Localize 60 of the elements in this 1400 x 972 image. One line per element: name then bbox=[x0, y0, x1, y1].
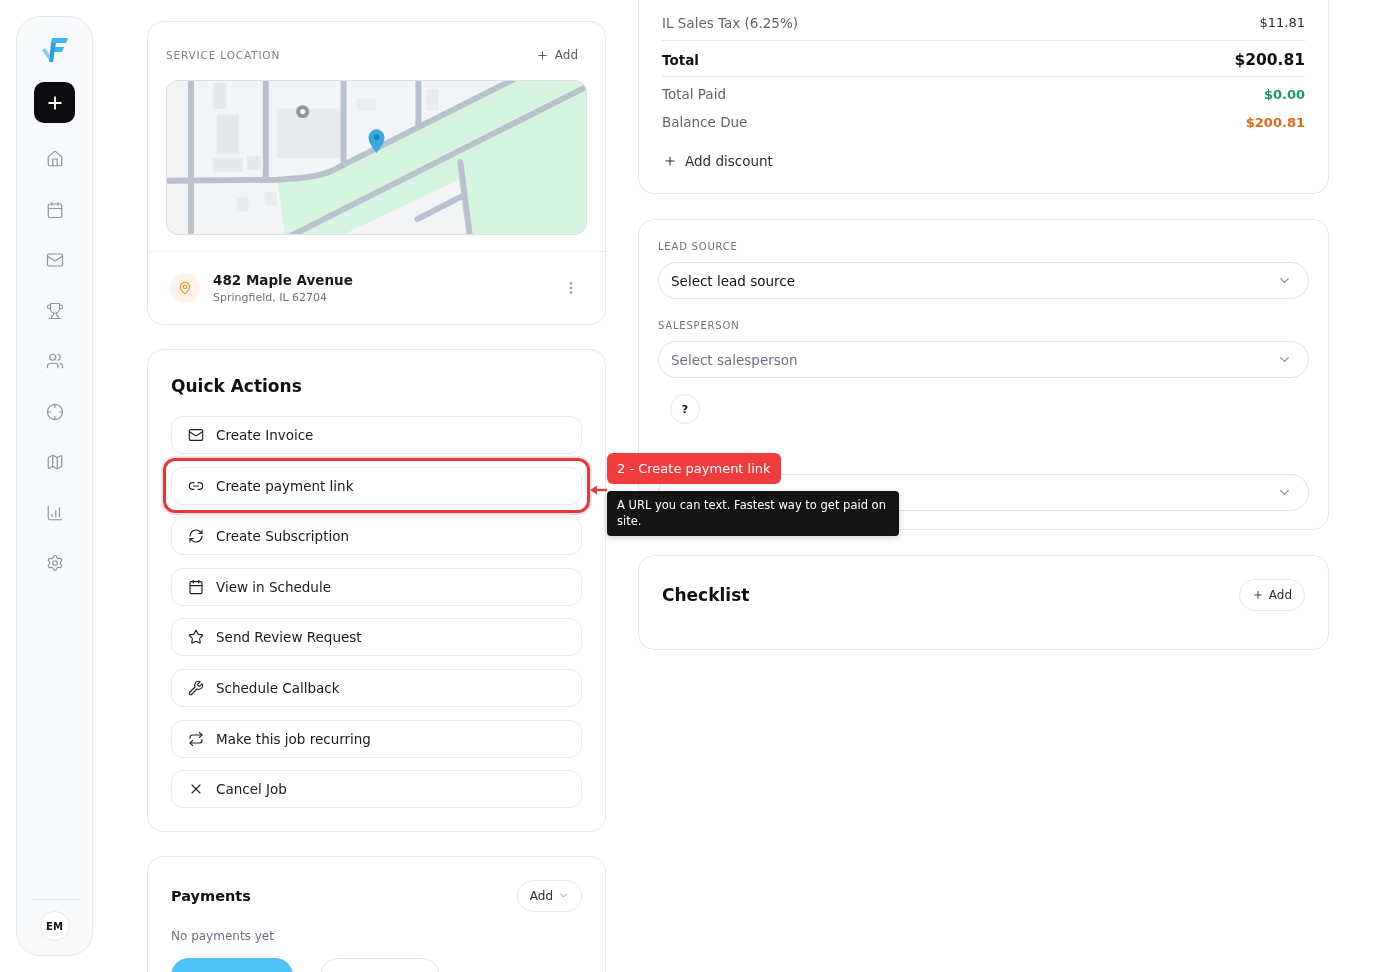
quick-action-button[interactable]: Cancel Job bbox=[171, 770, 582, 809]
amount-value: $200.81 bbox=[1234, 51, 1305, 69]
total-label: Total bbox=[662, 52, 699, 68]
address-street: 482 Maple Avenue bbox=[213, 272, 354, 288]
plus-icon bbox=[535, 48, 549, 62]
help-button[interactable]: ? bbox=[670, 394, 700, 424]
plus-icon bbox=[1251, 589, 1264, 601]
callout-label: 2 - Create payment link bbox=[607, 452, 781, 484]
refresh-icon bbox=[188, 528, 204, 545]
quick-action-button[interactable]: Send Review Request bbox=[171, 618, 582, 657]
map-icon[interactable] bbox=[45, 453, 64, 471]
card-title: Quick Actions bbox=[171, 375, 303, 398]
map-pin-icon bbox=[170, 273, 200, 303]
total-label: IL Sales Tax (6.25%) bbox=[662, 14, 798, 31]
settings-icon[interactable] bbox=[45, 554, 64, 572]
location-pin-icon bbox=[368, 129, 385, 154]
mail-icon[interactable] bbox=[45, 251, 64, 269]
empty-state-text: No payments yet bbox=[171, 928, 275, 946]
home-icon[interactable] bbox=[45, 150, 64, 168]
card-title: Payments bbox=[171, 887, 251, 904]
plus-icon bbox=[663, 154, 677, 168]
mail-icon bbox=[188, 427, 204, 443]
quick-action-button[interactable]: View in Schedule bbox=[171, 567, 582, 606]
field-label: LEAD SOURCE bbox=[658, 241, 739, 253]
wrench-icon bbox=[188, 679, 204, 696]
amount-value: $0.00 bbox=[1263, 86, 1305, 102]
users-icon[interactable] bbox=[45, 352, 64, 370]
total-label: Total Paid bbox=[662, 86, 726, 102]
place-marker-icon bbox=[296, 105, 310, 118]
section-title: SERVICE LOCATION bbox=[166, 49, 281, 61]
map-drawing[interactable] bbox=[166, 80, 587, 235]
quick-action-button[interactable]: Create Invoice bbox=[171, 416, 582, 454]
add-menu-button[interactable]: Add bbox=[516, 879, 582, 912]
calendar-icon[interactable] bbox=[45, 200, 64, 219]
quick-action-button[interactable]: Make this job recurring bbox=[171, 719, 582, 758]
user-avatar[interactable]: EM bbox=[39, 911, 70, 941]
add-button[interactable]: Add bbox=[1238, 579, 1305, 611]
crosshair-icon[interactable] bbox=[45, 402, 64, 421]
calendar-icon bbox=[188, 578, 204, 595]
quick-action-button[interactable]: Schedule Callback bbox=[171, 668, 582, 707]
add-button[interactable]: Add bbox=[535, 48, 587, 62]
repeat-icon bbox=[188, 730, 204, 747]
field-label: SALESPERSON bbox=[658, 320, 741, 332]
amount-value: $200.81 bbox=[1245, 114, 1305, 130]
select-field[interactable]: Select lead source bbox=[658, 262, 1309, 299]
create-button[interactable] bbox=[34, 82, 75, 123]
tooltip: A URL you can text. Fastest way to get paid on site. bbox=[607, 490, 899, 536]
pointer-arrow bbox=[590, 484, 607, 495]
trophy-icon[interactable] bbox=[45, 301, 64, 320]
quick-action-button[interactable]: Create payment link bbox=[171, 466, 582, 505]
quick-action-button[interactable]: Create Subscription bbox=[171, 517, 582, 556]
bar-chart-icon[interactable] bbox=[45, 503, 64, 522]
card-title: Checklist bbox=[662, 584, 750, 607]
amount-value: $11.81 bbox=[1259, 15, 1305, 30]
total-label: Balance Due bbox=[662, 114, 748, 130]
add-discount-button[interactable]: Add discount bbox=[662, 150, 773, 172]
logo-icon bbox=[40, 36, 69, 64]
select-field[interactable]: Select salesperson bbox=[658, 341, 1309, 378]
address-city: Springfield, IL 62704 bbox=[213, 291, 329, 304]
star-icon bbox=[188, 629, 204, 646]
